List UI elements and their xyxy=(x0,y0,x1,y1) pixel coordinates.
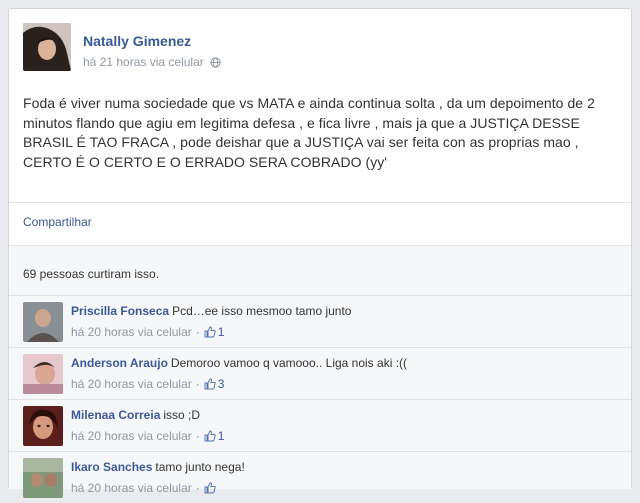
commenter-name[interactable]: Ikaro Sanches xyxy=(71,460,152,474)
share-link[interactable]: Compartilhar xyxy=(23,215,92,229)
commenter-name[interactable]: Milenaa Correia xyxy=(71,408,160,422)
comment-like-count[interactable]: 1 xyxy=(218,429,225,443)
comment-body: Milenaa Correia isso ;D xyxy=(71,408,200,422)
comment-item: Ikaro Sanches tamo junto nega! há 20 hora… xyxy=(9,451,631,503)
comment-text: Demoroo vamoo q vamooo.. Liga nois aki :… xyxy=(170,356,408,370)
commenter-avatar[interactable] xyxy=(23,458,63,498)
comment-timestamp[interactable]: há 20 horas via celular xyxy=(71,325,192,339)
commenter-name[interactable]: Priscilla Fonseca xyxy=(71,304,169,318)
commenter-avatar[interactable] xyxy=(23,354,63,394)
comment-item: Milenaa Correia isso ;D há 20 horas via c… xyxy=(9,399,631,451)
author-avatar[interactable] xyxy=(23,23,71,71)
separator: · xyxy=(195,429,200,443)
comment-meta: há 20 horas via celular · 1 xyxy=(71,325,224,339)
post-timestamp[interactable]: há 21 horas via celular xyxy=(83,55,204,69)
separator: · xyxy=(195,325,200,339)
divider xyxy=(9,202,631,203)
comment-timestamp[interactable]: há 20 horas via celular xyxy=(71,429,192,443)
comment-body: Ikaro Sanches tamo junto nega! xyxy=(71,460,245,474)
comment-meta: há 20 horas via celular · xyxy=(71,481,218,495)
feedback-section: 69 pessoas curtiram isso. Priscilla Fons… xyxy=(9,245,631,498)
comment-timestamp[interactable]: há 20 horas via celular xyxy=(71,377,192,391)
thumbs-up-icon[interactable] xyxy=(204,326,216,338)
comment-text: tamo junto nega! xyxy=(155,460,245,474)
comment-text: isso ;D xyxy=(163,408,201,422)
thumbs-up-icon[interactable] xyxy=(204,378,216,390)
thumbs-up-icon[interactable] xyxy=(204,482,216,494)
commenter-name[interactable]: Anderson Araujo xyxy=(71,356,168,370)
post-meta: há 21 horas via celular xyxy=(83,55,221,69)
divider xyxy=(9,245,631,246)
separator: · xyxy=(195,481,200,495)
post-text: Foda é viver numa sociedade que vs MATA … xyxy=(23,95,595,170)
comment-meta: há 20 horas via celular · 3 xyxy=(71,377,224,391)
comment-like-count[interactable]: 3 xyxy=(218,377,225,391)
comment-body: Priscilla Fonseca Pcd…ee isso mesmoo tamo… xyxy=(71,304,351,318)
author-name[interactable]: Natally Gimenez xyxy=(83,33,191,49)
comment-meta: há 20 horas via celular · 1 xyxy=(71,429,224,443)
globe-icon[interactable] xyxy=(210,56,221,68)
thumbs-up-icon[interactable] xyxy=(204,430,216,442)
likes-summary[interactable]: 69 pessoas curtiram isso. xyxy=(23,267,159,281)
comment-item: Anderson Araujo Demoroo vamoo q vamooo.. … xyxy=(9,347,631,399)
separator: · xyxy=(195,377,200,391)
story-header: Natally Gimenez há 21 horas via celular xyxy=(23,23,583,77)
comment-text: Pcd…ee isso mesmoo tamo junto xyxy=(172,304,352,318)
comment-like-count[interactable]: 1 xyxy=(218,325,225,339)
story-card: Natally Gimenez há 21 horas via celular … xyxy=(8,8,632,498)
comment-item: Priscilla Fonseca Pcd…ee isso mesmoo tamo… xyxy=(9,295,631,347)
commenter-avatar[interactable] xyxy=(23,302,63,342)
comment-body: Anderson Araujo Demoroo vamoo q vamooo.. … xyxy=(71,356,407,370)
comment-timestamp[interactable]: há 20 horas via celular xyxy=(71,481,192,495)
commenter-avatar[interactable] xyxy=(23,406,63,446)
